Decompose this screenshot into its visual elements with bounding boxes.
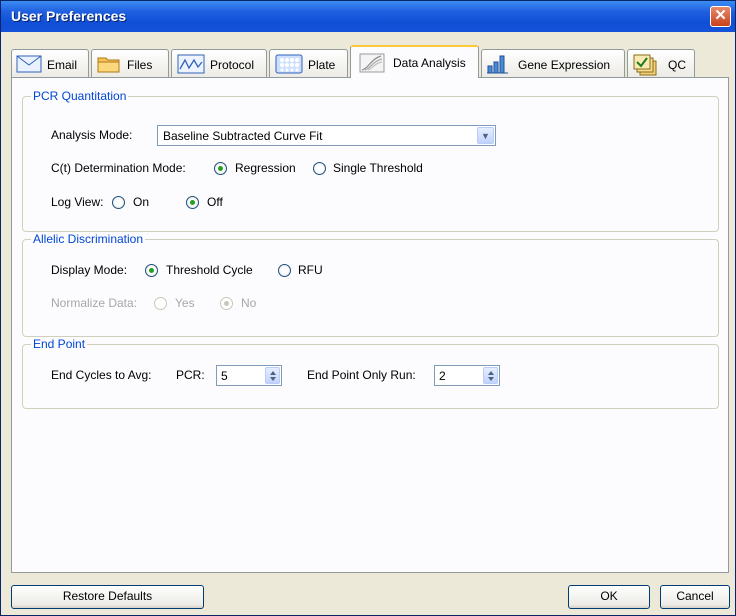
spinner-arrows-icon[interactable] xyxy=(265,367,280,384)
tab-email-label: Email xyxy=(47,58,78,72)
display-mode-label: Display Mode: xyxy=(51,263,128,277)
end-point-only-run-label: End Point Only Run: xyxy=(307,368,416,382)
tab-protocol-label: Protocol xyxy=(210,58,255,72)
qc-icon xyxy=(633,54,657,76)
window-title: User Preferences xyxy=(11,8,127,24)
tab-data-analysis-label: Data Analysis xyxy=(393,56,466,70)
chevron-down-icon[interactable]: ▼ xyxy=(477,127,494,144)
normalize-yes-radio[interactable] xyxy=(154,297,167,310)
pcr-cycles-label: PCR: xyxy=(176,368,205,382)
end-cycles-label: End Cycles to Avg: xyxy=(51,368,152,382)
normalize-yes-label[interactable]: Yes xyxy=(175,296,195,310)
end-point-only-run-spinner[interactable]: 2 xyxy=(434,365,500,386)
pcr-quantitation-group: PCR Quantitation Analysis Mode: Baseline… xyxy=(22,89,719,232)
ct-single-threshold-label[interactable]: Single Threshold xyxy=(333,161,423,175)
log-view-label: Log View: xyxy=(51,195,104,209)
pcr-cycles-spinner[interactable]: 5 xyxy=(216,365,282,386)
pcr-cycles-value: 5 xyxy=(221,369,228,383)
analysis-mode-value: Baseline Subtracted Curve Fit xyxy=(163,129,323,143)
ct-regression-radio[interactable] xyxy=(214,162,227,175)
envelope-icon xyxy=(16,55,42,73)
gene-expression-icon xyxy=(487,55,508,74)
normalize-data-label: Normalize Data: xyxy=(51,296,138,310)
normalize-no-radio[interactable] xyxy=(220,297,233,310)
close-button[interactable]: ✕ xyxy=(710,6,731,27)
tab-gene-expression[interactable]: Gene Expression xyxy=(481,49,625,77)
log-view-off-radio[interactable] xyxy=(186,196,199,209)
ok-button[interactable]: OK xyxy=(568,585,650,609)
log-view-on-radio[interactable] xyxy=(112,196,125,209)
analysis-mode-select[interactable]: Baseline Subtracted Curve Fit ▼ xyxy=(157,125,496,146)
allelic-discrimination-group: Allelic Discrimination Display Mode: Thr… xyxy=(22,232,719,337)
display-rfu-radio[interactable] xyxy=(278,264,291,277)
log-view-on-label[interactable]: On xyxy=(133,195,149,209)
end-point-only-run-value: 2 xyxy=(439,369,446,383)
display-threshold-cycle-label[interactable]: Threshold Cycle xyxy=(166,263,253,277)
tab-qc[interactable]: QC xyxy=(627,49,695,77)
display-threshold-cycle-radio[interactable] xyxy=(145,264,158,277)
tab-plate-label: Plate xyxy=(308,58,336,72)
user-preferences-window: User Preferences ✕ Email Files Protocol … xyxy=(0,0,736,616)
log-view-off-label[interactable]: Off xyxy=(207,195,223,209)
tab-files[interactable]: Files xyxy=(91,49,169,77)
title-bar[interactable]: User Preferences ✕ xyxy=(1,1,735,32)
ct-single-threshold-radio[interactable] xyxy=(313,162,326,175)
pcr-quantitation-title: PCR Quantitation xyxy=(31,89,129,103)
tab-protocol[interactable]: Protocol xyxy=(171,49,267,77)
cancel-button[interactable]: Cancel xyxy=(660,585,730,609)
tab-files-label: Files xyxy=(127,58,153,72)
tab-qc-label: QC xyxy=(668,58,686,72)
display-rfu-label[interactable]: RFU xyxy=(298,263,323,277)
analysis-mode-label: Analysis Mode: xyxy=(51,128,133,142)
data-analysis-icon xyxy=(359,53,385,73)
end-point-group: End Point End Cycles to Avg: PCR: 5 End … xyxy=(22,337,719,409)
spinner-arrows-icon[interactable] xyxy=(483,367,498,384)
allelic-discrimination-title: Allelic Discrimination xyxy=(31,232,146,246)
normalize-no-label[interactable]: No xyxy=(241,296,256,310)
restore-defaults-button[interactable]: Restore Defaults xyxy=(11,585,204,609)
tab-data-analysis[interactable]: Data Analysis xyxy=(350,45,479,78)
close-icon: ✕ xyxy=(714,7,727,24)
protocol-icon xyxy=(177,54,205,74)
ct-regression-label[interactable]: Regression xyxy=(235,161,296,175)
data-analysis-panel: PCR Quantitation Analysis Mode: Baseline… xyxy=(11,77,729,573)
tab-plate[interactable]: Plate xyxy=(269,49,348,77)
end-point-title: End Point xyxy=(31,337,88,351)
folder-icon xyxy=(97,57,120,73)
tab-gene-expression-label: Gene Expression xyxy=(518,58,611,72)
tab-email[interactable]: Email xyxy=(11,49,89,77)
ct-mode-label: C(t) Determination Mode: xyxy=(51,161,186,175)
plate-icon xyxy=(275,54,303,74)
